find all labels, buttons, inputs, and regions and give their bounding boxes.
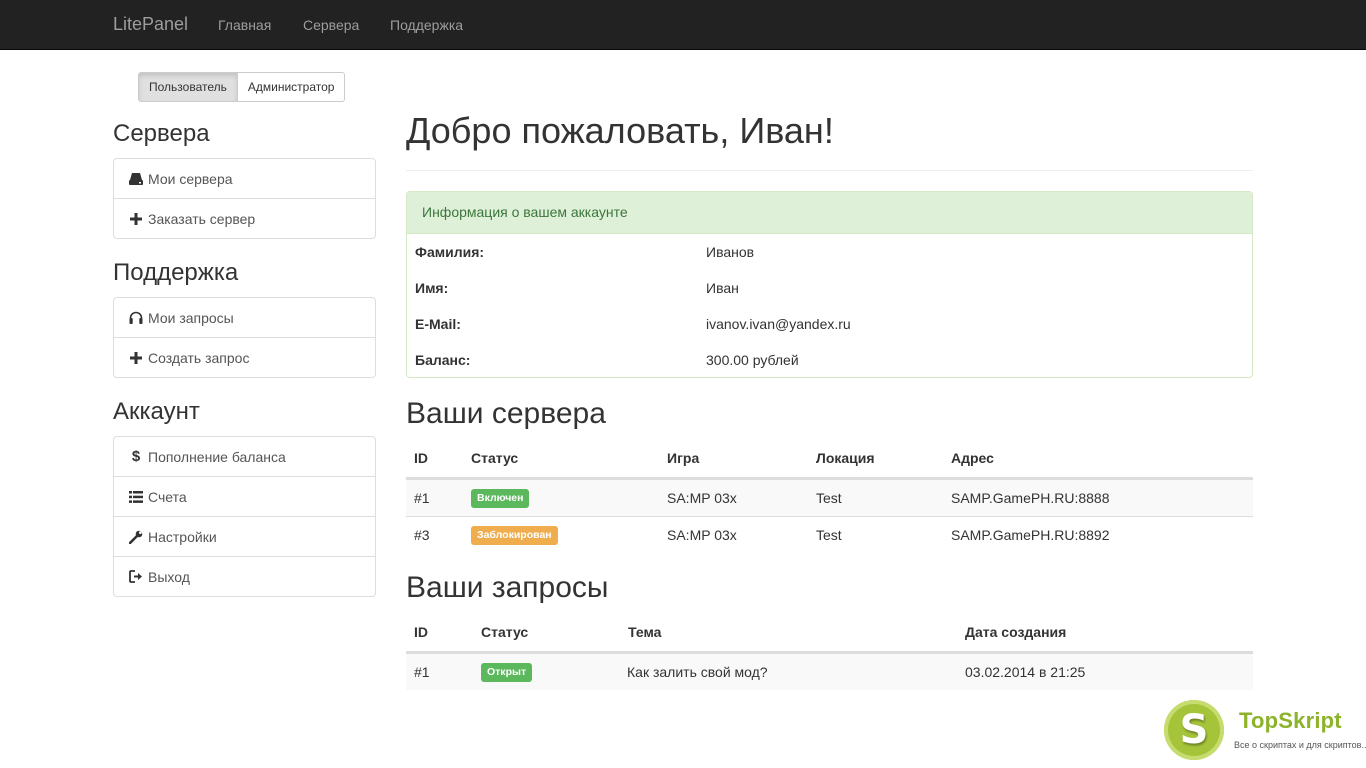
table-header: ID Статус Тема Дата создания	[406, 613, 1253, 653]
hdd-icon	[129, 172, 143, 186]
account-info-panel: Информация о вашем аккаунте Фамилия: Ива…	[406, 191, 1253, 378]
user-mode-button[interactable]: Пользователь	[138, 72, 238, 102]
sidebar-item-invoices[interactable]: Счета	[113, 476, 376, 517]
col-game: Игра	[667, 450, 700, 466]
page-title: Добро пожаловать, Иван!	[406, 110, 834, 151]
sidebar-item-label: Заказать сервер	[148, 210, 256, 227]
sidebar-account-list: $ Пополнение баланса Счета Настройки Вых…	[113, 436, 376, 597]
sidebar-heading-account: Аккаунт	[113, 398, 200, 425]
info-value: ivanov.ivan@yandex.ru	[706, 316, 851, 332]
col-id: ID	[414, 624, 428, 640]
status-badge: Заблокирован	[471, 517, 558, 553]
nav-link-home[interactable]: Главная	[218, 17, 271, 33]
info-value: Иван	[706, 280, 739, 296]
ticket-created: 03.02.2014 в 21:25	[965, 664, 1086, 680]
sidebar-servers-list: Мои сервера Заказать сервер	[113, 158, 376, 239]
dollar-icon: $	[131, 448, 141, 465]
col-status: Статус	[471, 450, 519, 466]
sidebar-item-label: Пополнение баланса	[148, 448, 286, 465]
ticket-subject[interactable]: Как залить свой мод?	[627, 654, 768, 690]
servers-table: ID Статус Игра Локация Адрес #1 Включен …	[406, 439, 1253, 553]
server-id: #1	[414, 490, 430, 506]
server-address: SAMP.GamePH.RU:8888	[951, 490, 1110, 506]
sidebar-item-label: Счета	[148, 488, 187, 505]
sidebar-item-logout[interactable]: Выход	[113, 556, 376, 597]
info-row-lastname: Фамилия: Иванов	[415, 234, 1245, 270]
sidebar-item-top-up[interactable]: $ Пополнение баланса	[113, 436, 376, 477]
col-status: Статус	[481, 624, 529, 640]
info-value: Иванов	[706, 244, 755, 260]
info-row-firstname: Имя: Иван	[415, 270, 1245, 306]
server-game: SA:MP 03x	[667, 527, 737, 543]
server-location: Test	[816, 490, 842, 506]
servers-section-title: Ваши сервера	[406, 397, 606, 430]
tickets-table: ID Статус Тема Дата создания #1 Открыт К…	[406, 613, 1253, 690]
table-row[interactable]: #3 Заблокирован SA:MP 03x Test SAMP.Game…	[406, 516, 1253, 553]
wrench-icon	[129, 530, 143, 544]
list-icon	[129, 490, 143, 504]
info-label: E-Mail:	[415, 316, 461, 332]
table-row[interactable]: #1 Открыт Как залить свой мод? 03.02.201…	[406, 653, 1253, 690]
ticket-id: #1	[414, 664, 430, 680]
topskript-watermark: S TopSkript Все о скриптах и для скрипто…	[1164, 700, 1366, 762]
sidebar-item-label: Выход	[148, 568, 190, 585]
sidebar-item-settings[interactable]: Настройки	[113, 516, 376, 557]
tickets-section-title: Ваши запросы	[406, 571, 609, 604]
table-row[interactable]: #1 Включен SA:MP 03x Test SAMP.GamePH.RU…	[406, 479, 1253, 516]
role-toggle: Пользователь Администратор	[138, 72, 346, 102]
nav-link-support[interactable]: Поддержка	[390, 17, 463, 33]
info-label: Фамилия:	[415, 244, 485, 260]
sidebar-item-order-server[interactable]: Заказать сервер	[113, 198, 376, 239]
admin-mode-button[interactable]: Администратор	[237, 72, 346, 102]
col-location: Локация	[816, 450, 875, 466]
status-badge: Включен	[471, 480, 530, 516]
table-header: ID Статус Игра Локация Адрес	[406, 439, 1253, 479]
watermark-letter: S	[1179, 707, 1209, 753]
sidebar-item-label: Создать запрос	[148, 349, 250, 366]
server-location: Test	[816, 527, 842, 543]
col-subject: Тема	[628, 624, 662, 640]
plus-icon	[129, 212, 143, 226]
sidebar-heading-support: Поддержка	[113, 259, 239, 286]
info-row-email: E-Mail: ivanov.ivan@yandex.ru	[415, 306, 1245, 342]
top-navbar: LitePanel Главная Сервера Поддержка	[0, 0, 1366, 50]
sidebar-item-create-ticket[interactable]: Создать запрос	[113, 337, 376, 378]
info-label: Имя:	[415, 280, 449, 296]
server-address: SAMP.GamePH.RU:8892	[951, 527, 1110, 543]
sidebar-item-label: Мои запросы	[148, 309, 234, 326]
logout-icon	[129, 570, 143, 584]
title-divider	[406, 170, 1253, 171]
col-id: ID	[414, 450, 428, 466]
brand-link[interactable]: LitePanel	[113, 14, 188, 35]
plus-icon	[129, 351, 143, 365]
sidebar-item-my-tickets[interactable]: Мои запросы	[113, 297, 376, 338]
watermark-brand: TopSkript	[1239, 708, 1342, 733]
headphones-icon	[129, 311, 143, 325]
col-address: Адрес	[951, 450, 994, 466]
watermark-tagline: Все о скриптах и для скриптов...	[1234, 740, 1366, 750]
info-value: 300.00 рублей	[706, 352, 799, 368]
info-row-balance: Баланс: 300.00 рублей	[415, 342, 1245, 378]
nav-link-servers[interactable]: Сервера	[303, 17, 359, 33]
status-badge: Открыт	[481, 654, 533, 690]
sidebar-item-label: Настройки	[148, 528, 217, 545]
sidebar-item-my-servers[interactable]: Мои сервера	[113, 158, 376, 199]
account-info-heading: Информация о вашем аккаунте	[407, 192, 1252, 234]
server-game: SA:MP 03x	[667, 490, 737, 506]
sidebar-item-label: Мои сервера	[148, 170, 233, 187]
col-created: Дата создания	[965, 624, 1067, 640]
info-label: Баланс:	[415, 352, 471, 368]
watermark-logo: S	[1164, 700, 1224, 760]
server-id: #3	[414, 527, 430, 543]
sidebar-heading-servers: Сервера	[113, 120, 210, 147]
sidebar-support-list: Мои запросы Создать запрос	[113, 297, 376, 378]
